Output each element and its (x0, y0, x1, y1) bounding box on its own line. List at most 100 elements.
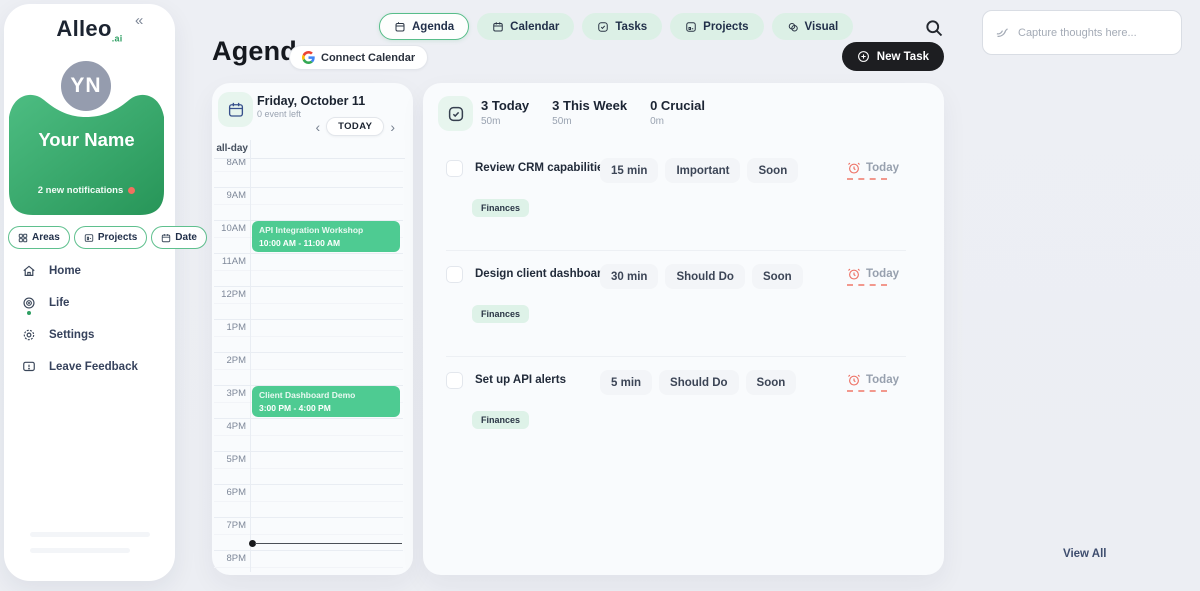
due-badge[interactable]: Today (847, 267, 899, 281)
calendar-header-icon-box (218, 92, 253, 127)
duration-chip[interactable]: 5 min (600, 370, 652, 395)
gear-icon (22, 328, 36, 342)
next-day-button[interactable]: › (390, 120, 395, 134)
duration-chip[interactable]: 15 min (600, 158, 658, 183)
stat-time: 0m (650, 116, 705, 127)
tab-agenda[interactable]: Agenda (379, 13, 469, 40)
task-checkbox[interactable] (446, 266, 463, 283)
event-time: 3:00 PM - 4:00 PM (259, 403, 393, 413)
hour-label: 2PM (214, 355, 246, 366)
stat-time: 50m (552, 116, 627, 127)
tasks-header-icon-box (438, 96, 473, 131)
calendar-panel: Friday, October 11 0 event left ‹ TODAY … (212, 83, 413, 575)
task-checkbox[interactable] (446, 372, 463, 389)
due-label: Today (866, 268, 899, 280)
sidebar-nav: Home Life Settings Leave Feedback (22, 263, 138, 374)
stat-crucial: 0 Crucial 0m (650, 98, 705, 127)
event-api-integration-workshop[interactable]: API Integration Workshop 10:00 AM - 11:0… (252, 221, 400, 252)
capture-input[interactable] (1018, 27, 1169, 39)
view-all-link[interactable]: View All (1063, 548, 1106, 560)
current-time-line (255, 543, 402, 545)
all-day-label: all-day (214, 143, 248, 154)
nav-label: Settings (49, 329, 94, 341)
target-icon (22, 296, 36, 310)
tab-label: Tasks (615, 21, 647, 33)
tab-calendar[interactable]: Calendar (477, 13, 574, 40)
filter-projects-button[interactable]: Projects (74, 226, 147, 249)
check-circle-icon (597, 21, 609, 33)
tab-visual[interactable]: Visual (772, 13, 854, 40)
tab-label: Visual (805, 21, 839, 33)
filter-areas-button[interactable]: Areas (8, 226, 70, 249)
due-badge[interactable]: Today (847, 373, 899, 387)
tag-finances[interactable]: Finances (472, 305, 529, 323)
time-grid[interactable]: 8AM 9AM 10AM 11AM 12PM 1PM 2PM 3PM 4PM 5… (214, 140, 405, 572)
sidebar-item-life[interactable]: Life (22, 295, 138, 310)
sidebar-item-home[interactable]: Home (22, 263, 138, 278)
tab-label: Agenda (412, 21, 454, 33)
current-time-indicator (249, 542, 402, 545)
priority-chip[interactable]: Important (665, 158, 740, 183)
calendar-icon (492, 21, 504, 33)
filter-date-button[interactable]: Date (151, 226, 207, 249)
main-tabs: Agenda Calendar Tasks Projects Visual (379, 13, 853, 40)
sidebar-collapse-icon[interactable]: « (135, 12, 143, 29)
stat-count-label: 0 Crucial (650, 98, 705, 113)
stat-count-label: 3 Today (481, 98, 529, 113)
new-task-button[interactable]: New Task (842, 42, 944, 71)
decorative-bar (30, 532, 150, 537)
due-label: Today (866, 162, 899, 174)
task-row: Review CRM capabilities 15 min Important… (423, 158, 944, 228)
task-title: Review CRM capabilities (475, 162, 610, 174)
avatar[interactable]: YN (57, 57, 115, 115)
tab-projects[interactable]: Projects (670, 13, 763, 40)
calendar-icon (227, 101, 245, 119)
urgency-chip[interactable]: Soon (746, 370, 797, 395)
notifications-link[interactable]: 2 new notifications (9, 185, 164, 196)
tag-finances[interactable]: Finances (472, 411, 529, 429)
event-time: 10:00 AM - 11:00 AM (259, 238, 393, 248)
sidebar-item-settings[interactable]: Settings (22, 327, 138, 342)
tag-finances[interactable]: Finances (472, 199, 529, 217)
scribble-icon (995, 25, 1010, 40)
task-title: Design client dashboard (475, 268, 609, 280)
nav-label: Life (49, 297, 69, 309)
today-button[interactable]: TODAY (326, 117, 384, 136)
priority-chip[interactable]: Should Do (659, 370, 739, 395)
feedback-icon (22, 360, 36, 374)
check-square-icon (447, 105, 465, 123)
task-chips: 5 min Should Do Soon (600, 370, 796, 395)
tab-label: Calendar (510, 21, 559, 33)
calendar-nav: ‹ TODAY › (315, 117, 395, 136)
tab-tasks[interactable]: Tasks (582, 13, 662, 40)
priority-chip[interactable]: Should Do (665, 264, 745, 289)
due-underline (847, 178, 887, 180)
projects-icon (685, 21, 697, 33)
connect-calendar-button[interactable]: Connect Calendar (289, 45, 428, 70)
search-icon[interactable] (924, 18, 944, 38)
hour-label: 9AM (214, 190, 246, 201)
urgency-chip[interactable]: Soon (752, 264, 803, 289)
sidebar-item-leave-feedback[interactable]: Leave Feedback (22, 359, 138, 374)
plus-circle-icon (857, 50, 870, 63)
visual-icon (787, 21, 799, 33)
avatar-initials: YN (70, 74, 101, 98)
event-client-dashboard-demo[interactable]: Client Dashboard Demo 3:00 PM - 4:00 PM (252, 386, 400, 417)
stat-time: 50m (481, 116, 529, 127)
alarm-icon (847, 373, 861, 387)
filter-areas-label: Areas (32, 232, 60, 243)
task-checkbox[interactable] (446, 160, 463, 177)
alleo-logo[interactable]: Alleo.ai (56, 16, 122, 41)
task-chips: 30 min Should Do Soon (600, 264, 803, 289)
capture-box[interactable] (982, 10, 1182, 55)
duration-chip[interactable]: 30 min (600, 264, 658, 289)
all-day-row: all-day (214, 140, 405, 159)
due-label: Today (866, 374, 899, 386)
urgency-chip[interactable]: Soon (747, 158, 798, 183)
due-badge[interactable]: Today (847, 161, 899, 175)
hour-label: 3PM (214, 388, 246, 399)
prev-day-button[interactable]: ‹ (315, 120, 320, 134)
task-stats: 3 Today 50m 3 This Week 50m 0 Crucial 0m (481, 98, 705, 127)
due-underline (847, 284, 887, 286)
tasks-panel: 3 Today 50m 3 This Week 50m 0 Crucial 0m… (423, 83, 944, 575)
